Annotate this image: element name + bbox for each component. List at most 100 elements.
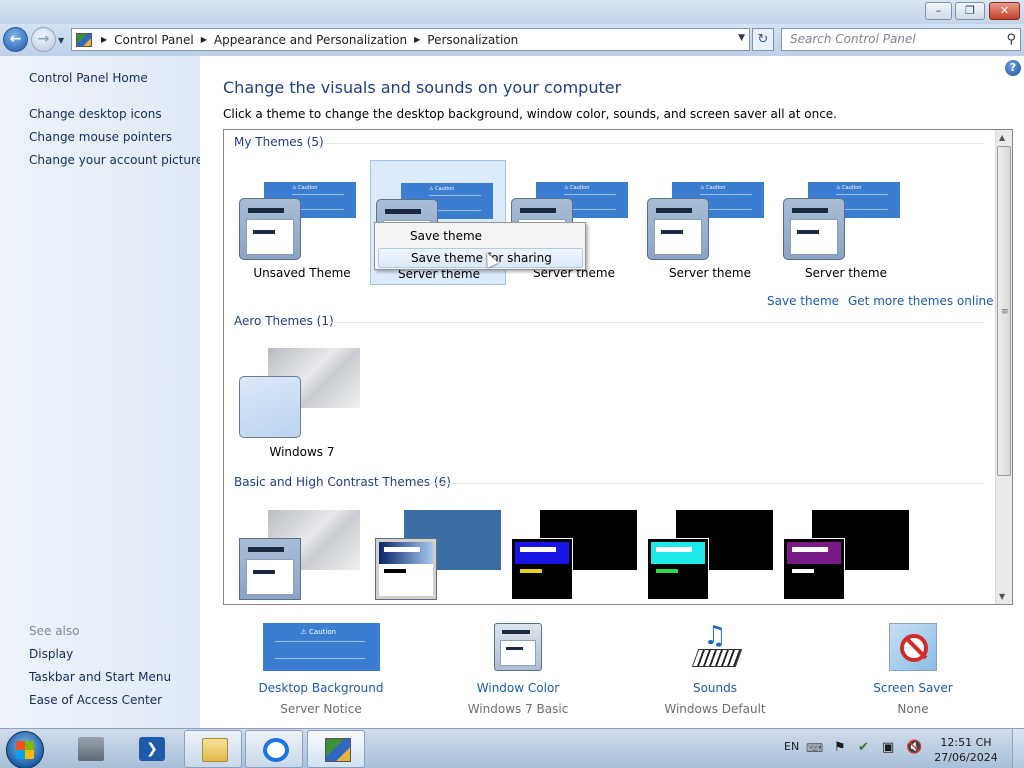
help-icon[interactable]: ? [1005,60,1021,76]
taskbar-explorer[interactable] [184,730,242,768]
taskbar-control-panel[interactable] [307,730,365,768]
change-account-picture-link[interactable]: Change your account picture [29,153,203,167]
taskbar-powershell[interactable]: ❯ [122,730,180,768]
scroll-down-icon[interactable]: ▼ [999,592,1005,601]
breadcrumb-personalization[interactable]: Personalization [423,29,522,50]
theme-window-preview [783,198,845,260]
save-theme-link[interactable]: Save theme [767,294,839,308]
breadcrumb-separator-icon[interactable]: ▶ [98,35,110,44]
theme-tile-unsaved[interactable]: ⚠ Caution Unsaved Theme [234,160,370,285]
control-panel-icon [76,32,92,47]
display-link[interactable]: Display [29,647,73,661]
theme-gallery: My Themes (5) ⚠ Caution Unsaved Theme ⚠ … [223,129,1013,605]
desktop-background-link[interactable]: Desktop Background [251,681,391,695]
get-more-themes-link[interactable]: Get more themes online [848,294,994,308]
theme-window-preview [647,198,709,260]
recent-pages-dropdown-icon[interactable]: ▼ [58,36,64,45]
refresh-button[interactable]: ↻ [752,28,774,51]
page-title: Change the visuals and sounds on your co… [223,78,622,97]
taskbar: ❯ EN ⌨ ⚑ ✔ ▣ 🔇 12:51 CH 27/06/2024 [0,728,1024,768]
theme-tile-high-contrast-1[interactable] [496,492,637,604]
breadcrumb-control-panel[interactable]: Control Panel [110,29,198,50]
search-icon[interactable]: ⚲ [1006,29,1016,50]
theme-tile-server[interactable]: ⚠ Caution Server theme [778,160,914,285]
start-button[interactable] [6,731,44,768]
back-button[interactable]: ← [3,27,28,52]
scrollbar-thumb[interactable]: ≡ [997,146,1011,476]
control-panel-home-link[interactable]: Control Panel Home [29,71,148,85]
forward-button[interactable]: → [31,27,56,52]
sounds-value: Windows Default [664,702,766,716]
taskbar-start-menu-link[interactable]: Taskbar and Start Menu [29,670,171,684]
ease-of-access-link[interactable]: Ease of Access Center [29,693,162,707]
breadcrumb-separator-icon[interactable]: ▶ [411,35,423,44]
desktop-background-icon: ⚠ Caution [262,623,380,671]
gallery-scrollbar[interactable]: ▲ ≡ ▼ [995,130,1012,604]
theme-window-preview [783,538,845,600]
browser-icon [263,738,289,762]
address-bar[interactable]: ▶ Control Panel ▶ Appearance and Persona… [71,28,750,51]
menu-item-save-theme[interactable]: Save theme [378,226,583,246]
window-color-setting[interactable]: Window Color Windows 7 Basic [448,623,588,716]
scroll-up-icon[interactable]: ▲ [999,133,1005,142]
menu-item-save-theme-for-sharing[interactable]: Save theme for sharing [378,248,583,268]
theme-tile-windows-7-basic[interactable] [224,492,360,604]
my-themes-header: My Themes (5) [234,135,324,149]
folder-icon [202,738,228,762]
window-color-value: Windows 7 Basic [467,702,569,716]
section-divider [324,143,984,144]
action-center-flag-icon[interactable]: ⚑ [834,729,846,768]
theme-tile-high-contrast-2[interactable] [632,492,773,604]
screen-saver-link[interactable]: Screen Saver [843,681,983,695]
breadcrumb-appearance[interactable]: Appearance and Personalization [210,29,411,50]
navigation-bar: ← → ▼ ▶ Control Panel ▶ Appearance and P… [0,24,1024,56]
change-mouse-pointers-link[interactable]: Change mouse pointers [29,130,172,144]
theme-tile-windows-classic[interactable] [360,492,501,604]
theme-window-preview [239,376,301,438]
desktop-background-setting[interactable]: ⚠ Caution Desktop Background Server Noti… [251,623,391,716]
screen-saver-setting[interactable]: Screen Saver None [843,623,983,716]
system-clock[interactable]: 12:51 CH 27/06/2024 [930,735,1002,765]
section-divider [429,483,984,484]
theme-label: Unsaved Theme [253,266,351,280]
volume-muted-icon[interactable]: 🔇 [906,729,922,768]
address-dropdown-icon[interactable]: ▼ [738,33,745,43]
screen-saver-icon [889,623,937,671]
taskbar-browser[interactable] [245,730,303,768]
change-desktop-icons-link[interactable]: Change desktop icons [29,107,162,121]
language-indicator[interactable]: EN [784,729,799,768]
theme-window-preview [375,538,437,600]
window-title-bar[interactable]: – ❐ ✕ [0,0,1024,24]
sounds-link[interactable]: Sounds [645,681,785,695]
show-desktop-button[interactable] [1012,729,1024,768]
theme-tile-windows-7[interactable]: Windows 7 [224,330,360,459]
theme-label: Server theme [805,266,887,280]
powershell-icon: ❯ [139,737,165,761]
desktop-background-value: Server Notice [280,702,362,716]
scroll-grip-icon: ≡ [1001,307,1009,317]
theme-tile-server[interactable]: ⚠ Caution Server theme [642,160,778,285]
see-also-header: See also [29,624,80,638]
keyboard-icon[interactable]: ⌨ [806,729,823,768]
taskbar-server-manager[interactable] [61,730,119,768]
basic-themes-header: Basic and High Contrast Themes (6) [234,475,451,489]
theme-window-preview [239,538,301,600]
breadcrumb-separator-icon[interactable]: ▶ [198,35,210,44]
window-color-icon [494,623,542,671]
search-input[interactable]: Search Control Panel ⚲ [781,28,1021,51]
theme-label: Windows 7 [269,445,335,459]
sounds-setting[interactable]: ♫ Sounds Windows Default [645,623,785,716]
network-icon[interactable]: ▣ [882,729,894,768]
maximize-button[interactable]: ❐ [955,2,985,20]
search-placeholder: Search Control Panel [790,32,916,46]
theme-window-preview [511,538,573,600]
theme-window-preview [239,198,301,260]
theme-window-preview [647,538,709,600]
security-shield-icon[interactable]: ✔ [858,729,869,768]
minimize-button[interactable]: – [925,2,952,20]
window-color-link[interactable]: Window Color [448,681,588,695]
screen-saver-value: None [897,702,929,716]
theme-tile-high-contrast-black[interactable] [768,492,909,604]
page-subtitle: Click a theme to change the desktop back… [223,107,837,121]
close-button[interactable]: ✕ [989,2,1020,20]
